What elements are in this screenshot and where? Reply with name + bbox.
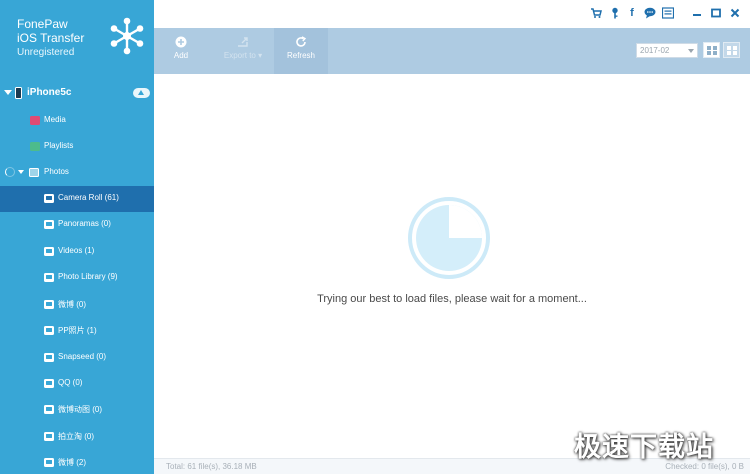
sidebar-item-playlists[interactable]: Playlists [0,134,154,160]
device-name: iPhone5c [27,87,72,98]
sidebar-item-weibo[interactable]: 微博 (0) [0,292,154,318]
device-row[interactable]: iPhone5c [0,84,154,104]
collapse-caret-icon[interactable] [4,90,12,95]
refresh-icon [296,36,307,47]
cart-icon[interactable] [590,7,602,19]
maximize-icon[interactable] [710,7,722,19]
minimize-icon[interactable] [691,7,703,19]
large-grid-view-icon-cell [733,46,737,50]
app-name: FonePaw iOS Transfer [17,17,84,45]
album-icon [44,273,54,282]
add-label: Add [173,51,189,60]
sidebar-item-photos[interactable]: Photos [0,160,154,186]
snowflake-logo-icon [110,17,144,55]
sidebar-item-weibo-2[interactable]: 微博 (2) [0,450,154,474]
sidebar-item-label: PP照片 (1) [58,326,97,335]
facebook-icon[interactable]: f [626,7,638,19]
site-watermark: 极速下载站 [574,432,714,463]
sidebar-item-videos[interactable]: Videos (1) [0,239,154,265]
window-titlebar: f [154,0,750,28]
chevron-down-icon: ▾ [258,51,263,60]
album-icon [44,300,54,309]
sidebar-item-media[interactable]: Media [0,108,154,134]
photos-icon [29,168,39,177]
add-button[interactable]: Add [162,28,200,74]
grid-view-icon [707,46,711,50]
sidebar-item-pp-photos[interactable]: PP照片 (1) [0,318,154,344]
close-icon[interactable] [729,7,741,19]
eject-icon[interactable] [133,88,150,98]
app-name-line1: FonePaw [17,17,68,31]
export-label: Export to [223,51,256,60]
sidebar-item-label: Playlists [44,141,74,150]
music-icon [30,116,40,125]
app-name-line2: iOS Transfer [17,31,85,45]
grid-view-icon-cell [707,51,711,55]
sidebar-item-label: 微博 (2) [58,458,86,467]
chat-icon[interactable] [644,7,656,19]
sidebar-item-label: Media [44,115,66,124]
toolbar: Add Export to ▾ Refresh 2017-02 [154,28,750,74]
large-grid-view-icon-cell [733,51,737,55]
grid-view-icon-cell [713,51,717,55]
sidebar-item-weibo-gif[interactable]: 微博动图 (0) [0,397,154,423]
large-grid-view-icon [727,46,731,50]
sidebar-item-label: Camera Roll (61) [58,193,119,202]
brand: FonePaw iOS Transfer Unregistered [0,0,154,76]
iphone-icon [15,87,22,99]
sidebar-item-label: Snapseed (0) [58,352,107,361]
chevron-down-icon [688,49,694,53]
large-grid-view-icon-cell [727,51,731,55]
album-icon [44,432,54,441]
sidebar-item-label: Photo Library (9) [58,272,118,281]
sidebar-item-label: 微博 (0) [58,300,86,309]
loading-clock-icon [408,197,490,279]
expand-caret-icon[interactable] [18,170,24,174]
date-filter-value: 2017-02 [640,46,670,55]
sidebar-item-label: QQ (0) [58,378,83,387]
loading-spinner-icon [5,167,15,177]
sidebar-item-pailitao[interactable]: 拍立淘 (0) [0,424,154,450]
large-grid-view-button[interactable] [723,42,740,58]
add-icon [175,36,187,48]
album-icon [44,326,54,335]
key-icon[interactable] [609,7,621,19]
sidebar-item-panoramas[interactable]: Panoramas (0) [0,212,154,238]
sidebar-item-label: 拍立淘 (0) [58,432,94,441]
sidebar-item-snapseed[interactable]: Snapseed (0) [0,345,154,371]
sidebar-item-photo-library[interactable]: Photo Library (9) [0,265,154,291]
sidebar-item-label: Photos [44,167,69,176]
refresh-button[interactable]: Refresh [274,28,328,74]
date-filter-select[interactable]: 2017-02 [636,43,698,58]
sidebar-item-qq[interactable]: QQ (0) [0,371,154,397]
sidebar: FonePaw iOS Transfer Unregistered iPhone… [0,0,154,474]
camera-icon [44,220,54,229]
total-files-status: Total: 61 file(s), 36.18 MB [166,462,257,471]
sidebar-item-label: Panoramas (0) [58,219,111,228]
camera-icon [44,247,54,256]
grid-view-button[interactable] [703,42,720,58]
license-status: Unregistered [17,47,75,58]
export-icon [238,37,248,47]
sidebar-item-label: Videos (1) [58,246,95,255]
loading-message: Trying our best to load files, please wa… [317,293,587,305]
album-icon [44,405,54,414]
album-icon [44,458,54,467]
album-icon [44,379,54,388]
album-icon [44,353,54,362]
sidebar-item-camera-roll[interactable]: Camera Roll (61) [0,186,154,212]
camera-icon [44,194,54,203]
menu-icon[interactable] [662,7,674,19]
sidebar-item-label: 微博动图 (0) [58,405,102,414]
grid-view-icon-cell [713,46,717,50]
playlist-icon [30,142,40,151]
main-content: Trying our best to load files, please wa… [154,74,750,458]
export-button[interactable]: Export to ▾ [216,28,270,74]
refresh-label: Refresh [286,51,315,60]
